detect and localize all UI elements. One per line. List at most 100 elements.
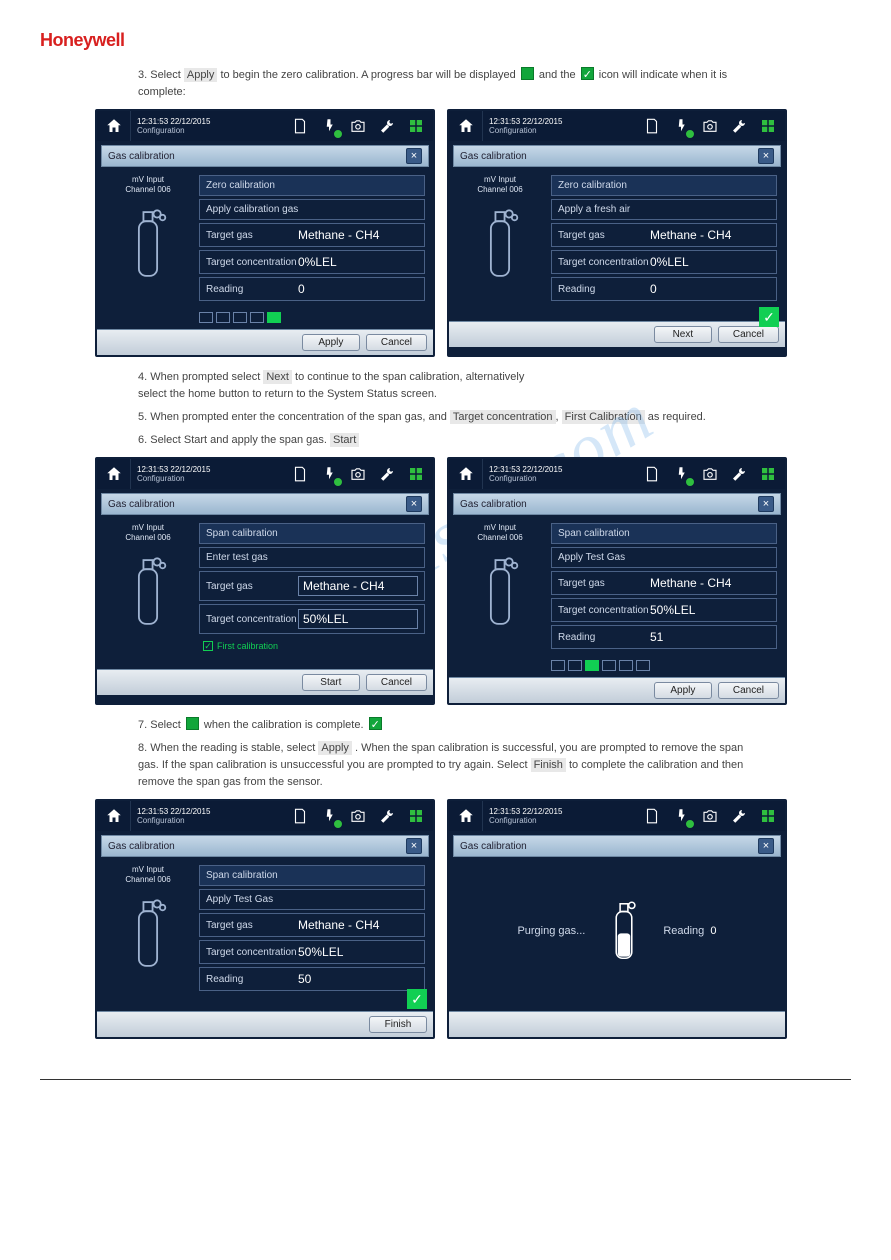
cylinder-icon	[129, 203, 167, 285]
progress-bar	[199, 312, 425, 323]
value-target-conc: 0%LEL	[298, 255, 418, 269]
cylinder-icon	[481, 551, 519, 633]
edit-icon[interactable]	[755, 804, 781, 828]
sd-card-icon[interactable]	[639, 114, 665, 138]
kv-reading: Reading0	[199, 277, 425, 301]
home-button[interactable]	[97, 111, 131, 141]
target-conc-input[interactable]: 50%LEL	[298, 609, 418, 629]
success-check-icon: ✓	[759, 307, 779, 327]
success-check-icon: ✓	[407, 989, 427, 1009]
close-button[interactable]: ×	[406, 496, 422, 512]
sd-card-icon[interactable]	[287, 804, 313, 828]
apply-button[interactable]: Apply	[302, 334, 360, 351]
section-header: Zero calibration	[199, 175, 425, 196]
close-button[interactable]: ×	[406, 148, 422, 164]
power-icon[interactable]	[316, 462, 342, 486]
screens-row-1: 12:31:53 22/12/2015 Configuration Gas ca…	[95, 109, 851, 357]
tools-icon[interactable]	[374, 114, 400, 138]
cancel-button[interactable]: Cancel	[718, 326, 779, 343]
footer-divider	[40, 1079, 851, 1080]
sd-card-icon[interactable]	[287, 114, 313, 138]
sd-card-icon[interactable]	[287, 462, 313, 486]
value-target-gas: Methane - CH4	[298, 228, 418, 242]
right-column: Zero calibration Apply calibration gas T…	[199, 175, 425, 323]
edit-icon[interactable]	[403, 114, 429, 138]
edit-icon[interactable]	[755, 462, 781, 486]
power-icon[interactable]	[668, 114, 694, 138]
edit-icon[interactable]	[403, 462, 429, 486]
cylinder-icon	[481, 203, 519, 285]
close-button[interactable]: ×	[758, 496, 774, 512]
tools-icon[interactable]	[726, 804, 752, 828]
start-button[interactable]: Start	[302, 674, 360, 691]
power-icon[interactable]	[316, 804, 342, 828]
sd-card-icon[interactable]	[639, 804, 665, 828]
purge-message: Purging gas... Reading 0	[517, 896, 716, 966]
camera-icon[interactable]	[345, 804, 371, 828]
done-square-icon	[369, 717, 382, 730]
next-button[interactable]: Next	[654, 326, 712, 343]
screen-zero-apply: 12:31:53 22/12/2015 Configuration Gas ca…	[95, 109, 435, 357]
screen-span-apply: 12:31:53 22/12/2015Configuration Gas cal…	[447, 457, 787, 705]
tools-icon[interactable]	[374, 804, 400, 828]
tools-icon[interactable]	[374, 462, 400, 486]
edit-icon[interactable]	[755, 114, 781, 138]
left-column: mV Input Channel 006	[105, 175, 191, 323]
screen-purging: 12:31:53 22/12/2015Configuration Gas cal…	[447, 799, 787, 1039]
screens-row-3: 12:31:53 22/12/2015Configuration Gas cal…	[95, 799, 851, 1039]
progress-bar	[551, 660, 777, 671]
cylinder-icon	[129, 893, 167, 975]
top-title: 12:31:53 22/12/2015 Configuration	[131, 111, 287, 141]
panel-title: Gas calibration	[108, 151, 175, 162]
action-instruction: Apply calibration gas	[199, 199, 425, 220]
panel-body: mV Input Channel 006 Zero calibration Ap…	[97, 171, 433, 329]
close-button[interactable]: ×	[758, 148, 774, 164]
value-reading: 0	[298, 282, 418, 296]
camera-icon[interactable]	[345, 114, 371, 138]
close-button[interactable]: ×	[406, 838, 422, 854]
step-4-text: 4. When prompted select Next to continue…	[138, 369, 753, 403]
panel-titlebar: Gas calibration ×	[101, 145, 429, 167]
done-square-icon	[581, 67, 594, 80]
progress-square-icon	[521, 67, 534, 80]
home-button[interactable]	[97, 459, 131, 489]
step-3-text: 3. Select Apply to begin the zero calibr…	[138, 67, 753, 101]
tools-icon[interactable]	[726, 462, 752, 486]
screen-span-enter: 12:31:53 22/12/2015Configuration Gas cal…	[95, 457, 435, 705]
cancel-button[interactable]: Cancel	[366, 334, 427, 351]
kv-target-conc: Target concentration0%LEL	[199, 250, 425, 274]
s3a: 3. Select	[138, 69, 184, 81]
s3b: to begin the zero calibration. A progres…	[220, 69, 515, 81]
target-gas-input[interactable]: Methane - CH4	[298, 576, 418, 596]
sd-card-icon[interactable]	[639, 462, 665, 486]
edit-icon[interactable]	[403, 804, 429, 828]
camera-icon[interactable]	[697, 804, 723, 828]
power-icon[interactable]	[316, 114, 342, 138]
step-8-text: 8. When the reading is stable, select Ap…	[138, 740, 753, 791]
camera-icon[interactable]	[697, 114, 723, 138]
first-calibration-checkbox[interactable]: ✓First calibration	[199, 641, 425, 651]
home-button[interactable]	[449, 459, 483, 489]
apply-button[interactable]: Apply	[654, 682, 712, 699]
power-icon[interactable]	[668, 462, 694, 486]
close-button[interactable]: ×	[758, 838, 774, 854]
power-icon[interactable]	[668, 804, 694, 828]
finish-button[interactable]: Finish	[369, 1016, 427, 1033]
cancel-button[interactable]: Cancel	[366, 674, 427, 691]
step-5-text: 5. When prompted enter the concentration…	[138, 409, 753, 426]
brand-logo: Honeywell	[40, 30, 851, 51]
tools-icon[interactable]	[726, 114, 752, 138]
camera-icon[interactable]	[697, 462, 723, 486]
screen-zero-done: 12:31:53 22/12/2015Configuration Gas cal…	[447, 109, 787, 357]
home-button[interactable]	[449, 111, 483, 141]
top-timestamp: 12:31:53 22/12/2015	[137, 117, 281, 127]
camera-icon[interactable]	[345, 462, 371, 486]
home-button[interactable]	[97, 801, 131, 831]
cancel-button[interactable]: Cancel	[718, 682, 779, 699]
screen-span-done: 12:31:53 22/12/2015Configuration Gas cal…	[95, 799, 435, 1039]
top-icons	[287, 111, 433, 141]
kv-target-gas: Target gasMethane - CH4	[199, 223, 425, 247]
progress-square-icon	[186, 717, 199, 730]
home-button[interactable]	[449, 801, 483, 831]
step-6-text: 6. Select Start and apply the span gas. …	[138, 432, 753, 449]
